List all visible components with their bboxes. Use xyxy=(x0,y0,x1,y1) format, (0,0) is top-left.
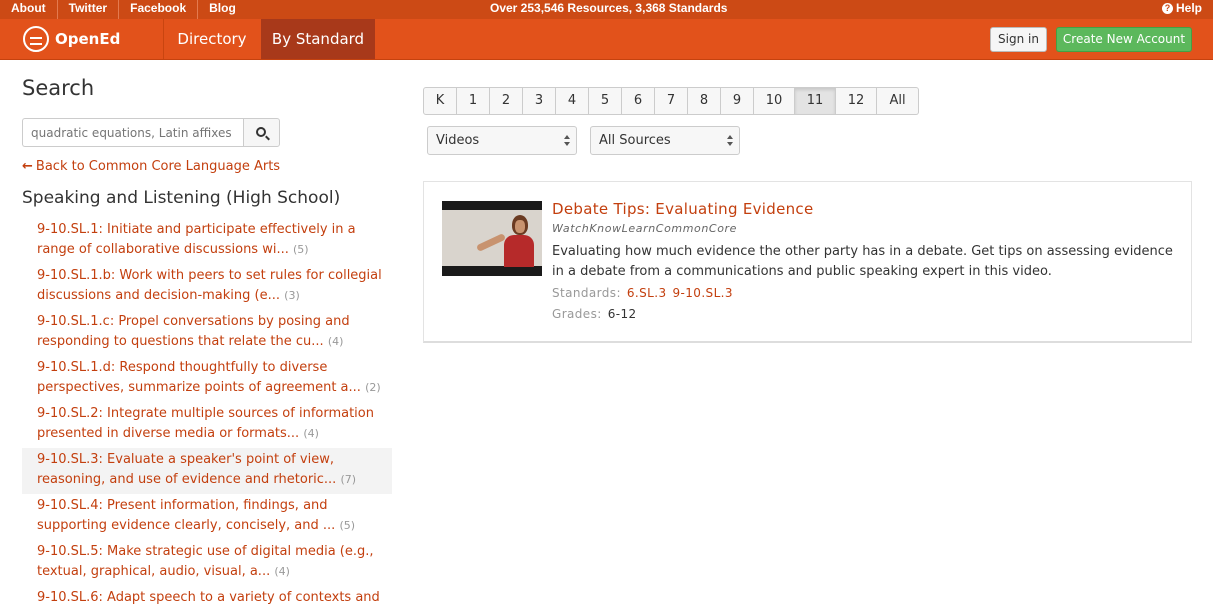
standard-text: 9-10.SL.4: Present information, findings… xyxy=(37,498,336,533)
resource-type-select[interactable]: Videos xyxy=(427,126,577,155)
standard-count: (5) xyxy=(293,243,309,256)
standards-list: 9-10.SL.1: Initiate and participate effe… xyxy=(22,218,392,606)
grade-button-k[interactable]: K xyxy=(423,87,457,115)
standard-item[interactable]: 9-10.SL.6: Adapt speech to a variety of … xyxy=(22,586,392,606)
standard-link[interactable]: 9-10.SL.3 xyxy=(673,286,733,300)
standards-label: Standards: xyxy=(552,286,621,300)
standard-text: 9-10.SL.5: Make strategic use of digital… xyxy=(37,544,374,579)
standard-count: (4) xyxy=(303,427,319,440)
arrow-left-icon: ← xyxy=(22,159,33,174)
resource-stats: Over 253,546 Resources, 3,368 Standards xyxy=(490,1,728,15)
standard-item[interactable]: 9-10.SL.5: Make strategic use of digital… xyxy=(22,540,392,586)
nav-tab-by-standard[interactable]: By Standard xyxy=(261,19,375,59)
main-navbar: OpenEd Directory By Standard Sign in Cre… xyxy=(0,19,1213,60)
grade-button-4[interactable]: 4 xyxy=(556,87,589,115)
back-link[interactable]: ← Back to Common Core Language Arts xyxy=(22,159,280,174)
nav-tab-directory[interactable]: Directory xyxy=(164,19,260,59)
select-arrows-icon xyxy=(563,134,571,148)
twitter-link[interactable]: Twitter xyxy=(58,0,120,19)
standard-count: (2) xyxy=(365,381,381,394)
standard-item[interactable]: 9-10.SL.2: Integrate multiple sources of… xyxy=(22,402,392,448)
standard-item[interactable]: 9-10.SL.1.d: Respond thoughtfully to div… xyxy=(22,356,392,402)
grades-value: 6-12 xyxy=(607,307,637,321)
standard-count: (5) xyxy=(339,519,356,532)
grade-button-6[interactable]: 6 xyxy=(622,87,655,115)
standard-item[interactable]: 9-10.SL.1.c: Propel conversations by pos… xyxy=(22,310,392,356)
standard-link[interactable]: 6.SL.3 xyxy=(627,286,667,300)
standard-count: (4) xyxy=(274,565,290,578)
section-title: Speaking and Listening (High School) xyxy=(22,188,341,208)
result-source: WatchKnowLearnCommonCore xyxy=(552,222,738,235)
resource-type-value: Videos xyxy=(436,133,480,148)
standard-count: (4) xyxy=(327,335,344,348)
standard-item-active[interactable]: 9-10.SL.3: Evaluate a speaker's point of… xyxy=(22,448,392,494)
video-thumbnail[interactable] xyxy=(442,201,542,276)
sidebar: Search ← Back to Common Core Language Ar… xyxy=(22,60,392,606)
result-standards: Standards: 6.SL.3 9-10.SL.3 xyxy=(552,286,733,300)
standard-text: 9-10.SL.1.d: Respond thoughtfully to div… xyxy=(37,360,361,395)
standard-item[interactable]: 9-10.SL.4: Present information, findings… xyxy=(22,494,392,540)
create-account-button[interactable]: Create New Account xyxy=(1056,27,1192,52)
grade-button-2[interactable]: 2 xyxy=(490,87,523,115)
blog-link[interactable]: Blog xyxy=(198,0,247,19)
result-title[interactable]: Debate Tips: Evaluating Evidence xyxy=(552,200,814,218)
grade-button-7[interactable]: 7 xyxy=(655,87,688,115)
brand-link[interactable]: OpenEd xyxy=(0,19,164,59)
grade-button-11[interactable]: 11 xyxy=(795,87,836,115)
back-link-label: Back to Common Core Language Arts xyxy=(35,159,281,174)
search-button[interactable] xyxy=(243,118,280,147)
standard-text: 9-10.SL.1.b: Work with peers to set rule… xyxy=(37,268,382,303)
standard-text: 9-10.SL.1.c: Propel conversations by pos… xyxy=(37,314,350,349)
standard-count: (7) xyxy=(340,473,357,486)
standard-item[interactable]: 9-10.SL.1.b: Work with peers to set rule… xyxy=(22,264,392,310)
result-card: Debate Tips: Evaluating Evidence WatchKn… xyxy=(423,181,1192,343)
opened-logo-icon xyxy=(23,26,49,52)
grade-button-8[interactable]: 8 xyxy=(688,87,721,115)
help-link[interactable]: ? Help xyxy=(1161,0,1202,17)
standard-text: 9-10.SL.6: Adapt speech to a variety of … xyxy=(37,590,380,605)
standard-text: 9-10.SL.2: Integrate multiple sources of… xyxy=(37,406,374,441)
about-link[interactable]: About xyxy=(0,0,58,19)
facebook-link[interactable]: Facebook xyxy=(119,0,199,19)
speaker-image xyxy=(475,215,538,267)
grade-button-3[interactable]: 3 xyxy=(523,87,556,115)
grades-label: Grades: xyxy=(552,307,602,321)
top-links: About Twitter Facebook Blog xyxy=(0,0,247,19)
sign-in-button[interactable]: Sign in xyxy=(990,27,1047,52)
standard-count: (3) xyxy=(284,289,300,302)
top-strip: About Twitter Facebook Blog Over 253,546… xyxy=(0,0,1213,19)
grade-button-1[interactable]: 1 xyxy=(457,87,490,115)
select-arrows-icon xyxy=(726,134,734,148)
grade-button-10[interactable]: 10 xyxy=(754,87,795,115)
grade-button-all[interactable]: All xyxy=(877,87,919,115)
grade-filter: K 1 2 3 4 5 6 7 8 9 10 11 12 All xyxy=(423,87,919,115)
brand-name: OpenEd xyxy=(55,30,121,48)
search-form xyxy=(22,118,280,147)
search-icon xyxy=(256,127,266,137)
help-label: Help xyxy=(1175,1,1202,15)
grade-button-9[interactable]: 9 xyxy=(721,87,754,115)
grade-button-5[interactable]: 5 xyxy=(589,87,622,115)
result-grades: Grades: 6-12 xyxy=(552,307,637,321)
standard-item[interactable]: 9-10.SL.1: Initiate and participate effe… xyxy=(22,218,392,264)
standard-text: 9-10.SL.3: Evaluate a speaker's point of… xyxy=(37,452,337,487)
search-input[interactable] xyxy=(22,118,243,147)
source-value: All Sources xyxy=(599,133,671,148)
result-description: Evaluating how much evidence the other p… xyxy=(552,244,1173,279)
question-circle-icon: ? xyxy=(1161,3,1173,14)
grade-button-12[interactable]: 12 xyxy=(836,87,877,115)
source-select[interactable]: All Sources xyxy=(590,126,740,155)
search-heading: Search xyxy=(22,76,95,100)
